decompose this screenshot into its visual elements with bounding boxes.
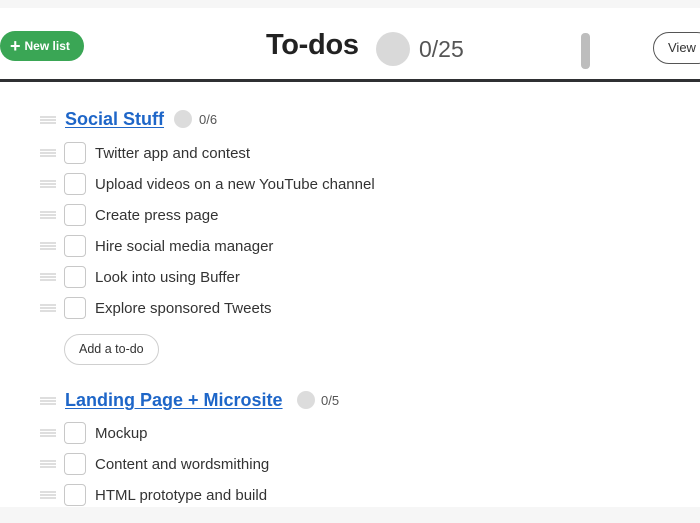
list-count: 0/5 <box>321 393 340 408</box>
list-item: Hire social media manager <box>0 232 700 260</box>
total-count: 0/25 <box>419 36 464 62</box>
header: + New list To-dos 0/25 View <box>0 8 700 82</box>
todo-label[interactable]: Look into using Buffer <box>95 269 240 286</box>
view-button[interactable]: View <box>653 32 700 64</box>
todo-label[interactable]: Explore sponsored Tweets <box>95 300 272 317</box>
drag-handle-icon[interactable] <box>40 149 56 157</box>
list-item: Twitter app and contest <box>0 139 700 167</box>
drag-handle-icon[interactable] <box>40 460 56 468</box>
todo-label[interactable]: Twitter app and contest <box>95 145 250 162</box>
drag-handle-icon[interactable] <box>40 491 56 499</box>
list-item: Look into using Buffer <box>0 263 700 291</box>
list-header: Landing Page + Microsite 0/5 <box>0 387 700 415</box>
list-item: Mockup <box>0 419 700 447</box>
drag-handle-icon[interactable] <box>40 242 56 250</box>
drag-handle-icon[interactable] <box>40 116 56 124</box>
drag-handle-icon[interactable] <box>40 211 56 219</box>
list-item: Create press page <box>0 201 700 229</box>
page-title: To-dos <box>266 29 359 61</box>
todos-app: + New list To-dos 0/25 View Social Stuff… <box>0 8 700 515</box>
list-header: Social Stuff 0/6 <box>0 106 700 134</box>
drag-handle-icon[interactable] <box>40 304 56 312</box>
plus-icon: + <box>10 35 21 56</box>
todo-label[interactable]: Hire social media manager <box>95 238 273 255</box>
list-progress-icon <box>297 391 315 409</box>
list-title[interactable]: Social Stuff <box>65 109 164 130</box>
new-list-button[interactable]: + New list <box>0 31 84 61</box>
todo-label[interactable]: Upload videos on a new YouTube channel <box>95 176 375 193</box>
todo-label[interactable]: Content and wordsmithing <box>95 456 269 473</box>
drag-handle-icon[interactable] <box>40 273 56 281</box>
todo-checkbox[interactable] <box>64 235 86 257</box>
todo-checkbox[interactable] <box>64 484 86 506</box>
drag-handle-icon[interactable] <box>40 429 56 437</box>
todo-checkbox[interactable] <box>64 204 86 226</box>
todo-checkbox[interactable] <box>64 422 86 444</box>
list-item: Content and wordsmithing <box>0 450 700 478</box>
add-todo-button[interactable]: Add a to-do <box>64 334 159 365</box>
todo-label[interactable]: HTML prototype and build <box>95 487 267 504</box>
todo-checkbox[interactable] <box>64 297 86 319</box>
todo-checkbox[interactable] <box>64 142 86 164</box>
todo-checkbox[interactable] <box>64 266 86 288</box>
list-item: Explore sponsored Tweets <box>0 294 700 322</box>
list-title[interactable]: Landing Page + Microsite <box>65 390 283 411</box>
list-item: Upload videos on a new YouTube channel <box>0 170 700 198</box>
todo-checkbox[interactable] <box>64 173 86 195</box>
todo-label[interactable]: Mockup <box>95 425 148 442</box>
drag-handle-icon[interactable] <box>40 397 56 405</box>
progress-pie-icon <box>376 32 410 66</box>
list-item: HTML prototype and build <box>0 481 700 509</box>
scroll-handle[interactable] <box>581 33 590 69</box>
todo-checkbox[interactable] <box>64 453 86 475</box>
new-list-label: New list <box>24 39 70 53</box>
todo-label[interactable]: Create press page <box>95 207 218 224</box>
drag-handle-icon[interactable] <box>40 180 56 188</box>
bottom-edge <box>0 507 700 515</box>
list-count: 0/6 <box>199 112 218 127</box>
list-progress-icon <box>174 110 192 128</box>
